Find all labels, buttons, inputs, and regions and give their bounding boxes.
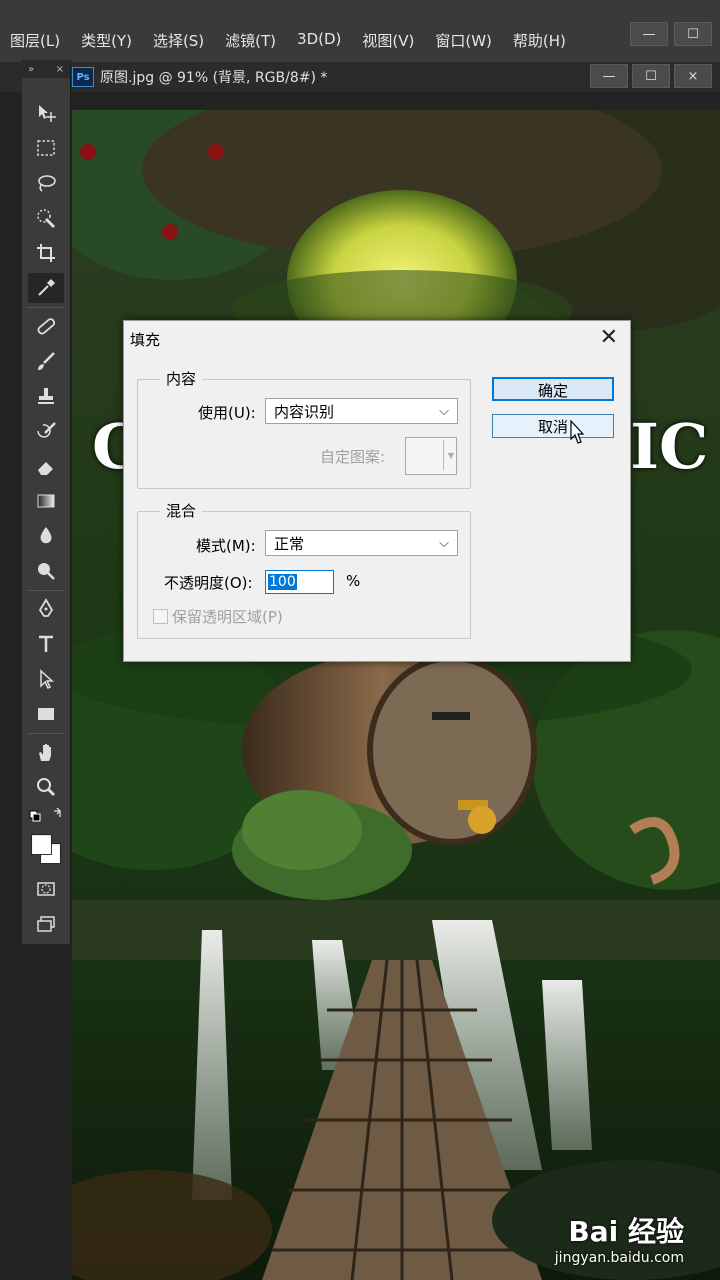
marquee-tool-icon[interactable] <box>28 133 64 163</box>
clone-stamp-tool-icon[interactable] <box>28 381 64 411</box>
cancel-button[interactable]: 取消 <box>492 414 614 438</box>
move-tool-icon[interactable] <box>28 98 64 128</box>
type-tool-icon[interactable] <box>28 629 64 659</box>
opacity-label: 不透明度(O): <box>164 574 253 592</box>
hand-tool-icon[interactable] <box>28 737 64 767</box>
canvas-image <box>72 110 720 1280</box>
blur-tool-icon[interactable] <box>28 521 64 551</box>
app-window-buttons: — ☐ <box>630 22 712 46</box>
document-tab[interactable]: Ps 原图.jpg @ 91% (背景, RGB/8#) * <box>72 62 327 92</box>
quick-mask-icon[interactable] <box>28 874 64 904</box>
use-select[interactable]: 内容识别 ⌵ <box>265 398 458 424</box>
mode-select[interactable]: 正常 ⌵ <box>265 530 458 556</box>
healing-brush-tool-icon[interactable] <box>28 311 64 341</box>
menu-select[interactable]: 选择(S) <box>153 30 204 51</box>
use-label: 使用(U): <box>198 404 256 422</box>
watermark: Bai 经验 jingyan.baidu.com <box>555 1210 684 1266</box>
cursor-icon <box>570 419 585 444</box>
document-window-buttons: — ☐ × <box>590 64 712 88</box>
menu-layer[interactable]: 图层(L) <box>10 30 60 51</box>
quick-selection-tool-icon[interactable] <box>28 203 64 233</box>
content-group-label: 内容 <box>160 368 203 389</box>
tools-panel-header: » × <box>22 60 70 78</box>
rectangle-tool-icon[interactable] <box>28 699 64 729</box>
toolbox-divider <box>28 590 64 591</box>
mode-select-value: 正常 <box>274 535 305 553</box>
document-tab-bar: Ps 原图.jpg @ 91% (背景, RGB/8#) * — ☐ × <box>0 62 720 92</box>
crop-tool-icon[interactable] <box>28 238 64 268</box>
menu-type[interactable]: 类型(Y) <box>81 30 132 51</box>
opacity-unit: % <box>346 572 361 590</box>
path-selection-tool-icon[interactable] <box>28 664 64 694</box>
custom-pattern-label: 自定图案: <box>320 448 386 466</box>
fill-dialog: 填充 ✕ 内容 使用(U): 内容识别 ⌵ 自定图案: ▼ 混合 模式(M): … <box>123 320 631 662</box>
toolbox-divider <box>28 307 64 308</box>
doc-maximize-button[interactable]: ☐ <box>632 64 670 88</box>
custom-pattern-picker[interactable]: ▼ <box>405 437 457 475</box>
mode-label: 模式(M): <box>196 537 256 555</box>
menu-3d[interactable]: 3D(D) <box>297 30 341 51</box>
opacity-value: 100 <box>268 574 297 590</box>
preserve-transparency-checkbox[interactable] <box>153 609 168 624</box>
pen-tool-icon[interactable] <box>28 594 64 624</box>
lasso-tool-icon[interactable] <box>28 168 64 198</box>
chevron-down-icon: ⌵ <box>439 536 449 551</box>
opacity-input[interactable]: 100 <box>265 570 334 594</box>
eraser-tool-icon[interactable] <box>28 451 64 481</box>
document-tab-title: 原图.jpg @ 91% (背景, RGB/8#) * <box>100 70 328 86</box>
chevron-down-icon: ⌵ <box>439 404 449 419</box>
ps-document-icon: Ps <box>72 67 94 87</box>
menu-filter[interactable]: 滤镜(T) <box>225 30 276 51</box>
menu-help[interactable]: 帮助(H) <box>513 30 566 51</box>
menu-view[interactable]: 视图(V) <box>362 30 414 51</box>
tools-panel: » × <box>22 60 71 944</box>
doc-close-button[interactable]: × <box>674 64 712 88</box>
use-select-value: 内容识别 <box>274 403 335 421</box>
close-panel-icon[interactable]: × <box>56 64 64 75</box>
watermark-logo: Bai 经验 <box>568 1215 684 1248</box>
swap-colors-icon[interactable] <box>28 806 64 828</box>
doc-minimize-button[interactable]: — <box>590 64 628 88</box>
collapse-panel-icon[interactable]: » <box>28 64 34 75</box>
canvas-title-right: IC <box>630 410 709 483</box>
ok-button[interactable]: 确定 <box>492 377 614 401</box>
toolbox-divider <box>28 733 64 734</box>
document-canvas[interactable]: C IC <box>72 110 720 1280</box>
screen-mode-icon[interactable] <box>28 909 64 939</box>
zoom-tool-icon[interactable] <box>28 772 64 802</box>
app-maximize-button[interactable]: ☐ <box>674 22 712 46</box>
gradient-tool-icon[interactable] <box>28 486 64 516</box>
app-minimize-button[interactable]: — <box>630 22 668 46</box>
pattern-divider <box>443 440 444 470</box>
eyedropper-tool-icon[interactable] <box>28 273 64 303</box>
pattern-dropdown-icon: ▼ <box>447 451 454 460</box>
dodge-tool-icon[interactable] <box>28 556 64 586</box>
preserve-transparency-label: 保留透明区域(P) <box>172 608 283 626</box>
dialog-title: 填充 <box>130 331 161 349</box>
close-icon[interactable]: ✕ <box>600 325 618 350</box>
menu-bar: 图层(L) 类型(Y) 选择(S) 滤镜(T) 3D(D) 视图(V) 窗口(W… <box>0 0 720 62</box>
color-swatches-icon[interactable] <box>28 828 64 872</box>
watermark-url: jingyan.baidu.com <box>554 1250 684 1266</box>
menu-items: 图层(L) 类型(Y) 选择(S) 滤镜(T) 3D(D) 视图(V) 窗口(W… <box>10 30 587 51</box>
blend-group-label: 混合 <box>160 500 203 521</box>
brush-tool-icon[interactable] <box>28 346 64 376</box>
menu-window[interactable]: 窗口(W) <box>435 30 492 51</box>
history-brush-tool-icon[interactable] <box>28 416 64 446</box>
